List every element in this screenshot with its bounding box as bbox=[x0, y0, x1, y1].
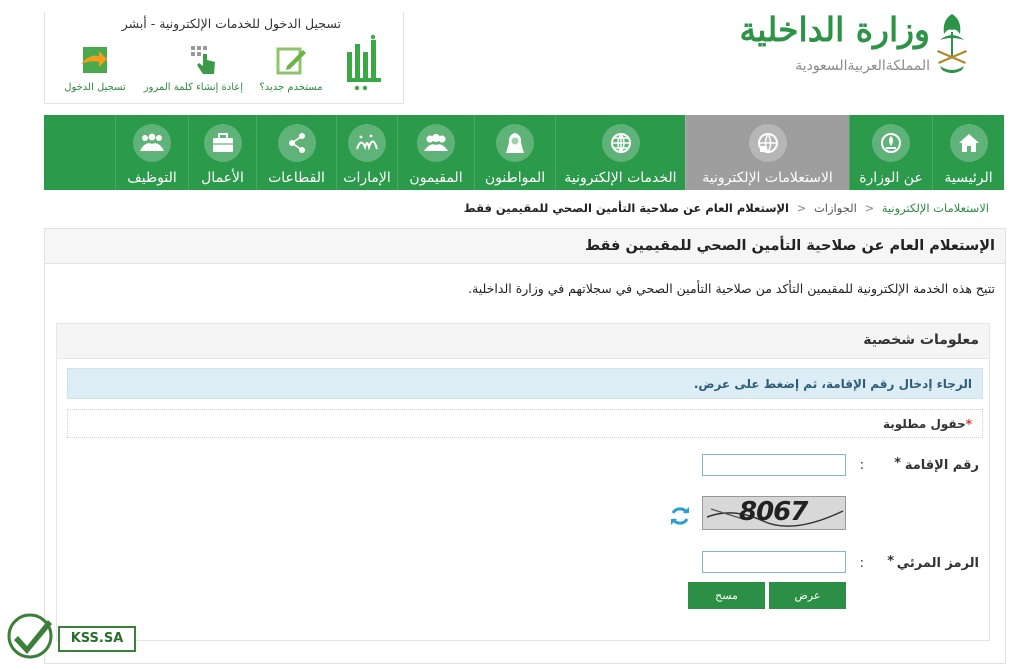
captcha-required-star: * bbox=[887, 554, 894, 569]
page-intro: تتيح هذه الخدمة الإلكترونية للمقيمين الت… bbox=[468, 281, 995, 296]
login-link[interactable]: تسجيل الدخول bbox=[55, 44, 135, 93]
breadcrumb-e-inquiries[interactable]: الاستعلامات الإلكترونية bbox=[882, 201, 989, 215]
reset-password-icon bbox=[191, 46, 215, 74]
ministry-country: المملكةالعربيةالسعودية bbox=[795, 58, 930, 74]
ministry-name: وزارة الداخلية bbox=[739, 10, 931, 49]
breadcrumb: الاستعلامات الإلكترونية < الجوازات < الإ… bbox=[464, 201, 989, 215]
required-star: * bbox=[965, 417, 972, 431]
absher-title: تسجيل الدخول للخدمات الإلكترونية - أبشر bbox=[121, 16, 341, 31]
captcha-input[interactable] bbox=[702, 551, 846, 573]
required-fields-note: *حقول مطلوبة bbox=[67, 409, 983, 438]
nav-home[interactable]: الرئيسية bbox=[932, 115, 1004, 190]
briefcase-icon bbox=[203, 124, 242, 162]
main-panel: الإستعلام العام عن صلاحية التأمين الصحي … bbox=[44, 228, 1006, 664]
nav-e-inquiries[interactable]: الاستعلامات الإلكترونية bbox=[685, 115, 849, 190]
kss-watermark: KSS.SA bbox=[6, 612, 136, 660]
captcha-label: الرمز المرئي bbox=[896, 556, 979, 571]
main-nav: الرئيسية عن الوزارة الاستعلامات الإلكترو… bbox=[44, 115, 1004, 190]
iqama-colon: : bbox=[859, 458, 864, 473]
captcha-image: 8067 bbox=[702, 496, 846, 530]
nav-residents[interactable]: المقيمون bbox=[397, 115, 474, 190]
globe-search-icon bbox=[748, 124, 787, 162]
residents-icon bbox=[417, 124, 455, 162]
saudi-emblem-icon bbox=[937, 14, 967, 73]
nav-citizens[interactable]: المواطنون bbox=[474, 115, 555, 190]
breadcrumb-passports[interactable]: الجوازات bbox=[814, 201, 857, 215]
checkmark-icon bbox=[7, 613, 53, 659]
submit-button[interactable]: عرض bbox=[769, 582, 846, 609]
iqama-required-star: * bbox=[894, 456, 901, 471]
new-user-icon bbox=[276, 47, 306, 75]
breadcrumb-current: الإستعلام العام عن صلاحية التأمين الصحي … bbox=[463, 201, 790, 215]
citizen-icon bbox=[496, 124, 534, 162]
personal-info-section: معلومات شخصية الرجاء إدخال رقم الإقامة، … bbox=[56, 323, 990, 641]
iqama-input[interactable] bbox=[702, 454, 846, 476]
absher-logo[interactable] bbox=[345, 34, 385, 92]
absher-login-box: تسجيل الدخول للخدمات الإلكترونية - أبشر … bbox=[44, 12, 404, 104]
watermark-text: KSS.SA bbox=[58, 626, 136, 652]
home-icon bbox=[949, 124, 988, 162]
ministry-icon bbox=[872, 124, 910, 162]
nav-emirates[interactable]: الإمارات bbox=[336, 115, 397, 190]
reset-password-link[interactable]: إعادة إنشاء كلمة المرور bbox=[144, 44, 243, 93]
login-icon bbox=[81, 47, 107, 73]
refresh-captcha-icon[interactable] bbox=[669, 505, 691, 527]
info-alert: الرجاء إدخال رقم الإقامة، ثم إضغط على عر… bbox=[67, 368, 983, 399]
nav-about[interactable]: عن الوزارة bbox=[849, 115, 932, 190]
section-title: معلومات شخصية bbox=[57, 324, 989, 359]
nav-sectors[interactable]: القطاعات bbox=[256, 115, 336, 190]
employment-icon bbox=[133, 124, 171, 162]
new-user-link[interactable]: مستخدم جديد؟ bbox=[251, 44, 331, 93]
iqama-label: رقم الإقامة bbox=[904, 458, 979, 473]
captcha-text: 8067 bbox=[739, 497, 808, 527]
page-title: الإستعلام العام عن صلاحية التأمين الصحي … bbox=[45, 229, 1005, 264]
sectors-icon bbox=[277, 124, 316, 162]
emirates-icon bbox=[348, 124, 386, 162]
captcha-colon: : bbox=[859, 556, 864, 571]
nav-e-services[interactable]: الخدمات الإلكترونية bbox=[555, 115, 685, 190]
breadcrumb-separator: < bbox=[864, 201, 875, 215]
globe-icon bbox=[601, 124, 640, 162]
nav-employment[interactable]: التوظيف bbox=[115, 115, 188, 190]
nav-business[interactable]: الأعمال bbox=[188, 115, 256, 190]
clear-button[interactable]: مسح bbox=[688, 582, 765, 609]
breadcrumb-separator: < bbox=[796, 201, 807, 215]
